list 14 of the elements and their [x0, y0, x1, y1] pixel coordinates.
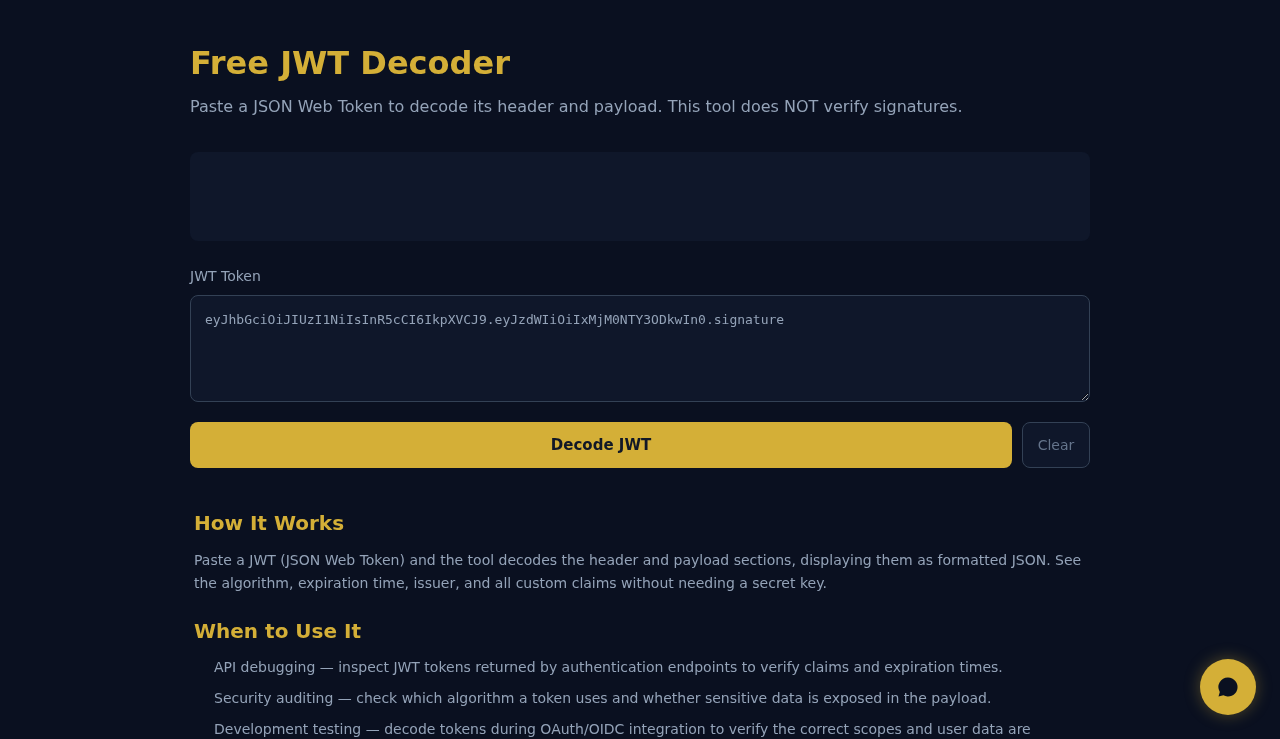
- clear-button[interactable]: Clear: [1022, 422, 1090, 468]
- section-heading: When to Use It: [194, 618, 362, 645]
- section-heading: How It Works: [194, 510, 346, 537]
- section-paragraph: Paste a JWT (JSON Web Token) and the tool decodes the header and payload sections, displaying them as formatted JSON. See the algorithm, expiration time, issuer, and all custom claims without needing a secret key.: [194, 551, 1083, 593]
- chat-button[interactable]: [1200, 659, 1256, 715]
- page-subtitle: Paste a JSON Web Token to decode its header and payload. This tool does NOT verify signatures.: [190, 96, 964, 118]
- decode-button[interactable]: Decode JWT: [190, 422, 1012, 468]
- list-item: API debugging — inspect JWT tokens returned by authentication endpoints to verify claims and expiration times.: [214, 658, 1004, 677]
- list-item: Development testing — decode tokens during OAuth/OIDC integration to verify the correct scopes and user data are: [214, 720, 1032, 739]
- token-field[interactable]: eyJhbGciOiJIUzI1NiIsInR5cCI6IkpXVCJ9.eyJzdWIiOiIxMjM0NTY3ODkwIn0.signature: [190, 295, 1090, 402]
- list-item: Security auditing — check which algorithm a token uses and whether sensitive data is exposed in the payload.: [214, 689, 993, 708]
- page-title: Free JWT Decoder: [190, 43, 511, 83]
- chat-bubble-icon: [1217, 676, 1239, 698]
- field-label: JWT Token: [190, 267, 262, 286]
